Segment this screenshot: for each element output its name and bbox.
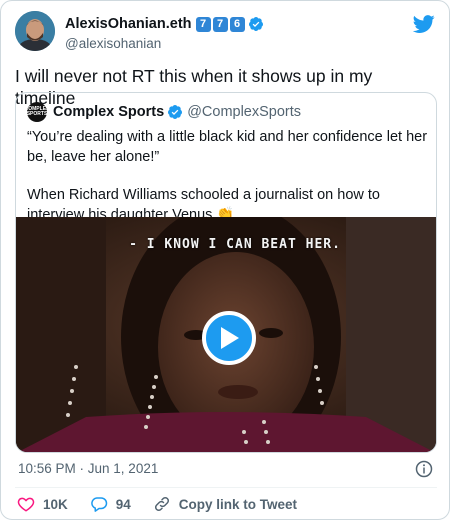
reply-icon (90, 497, 107, 512)
video-caption: - I KNOW I CAN BEAT HER. (129, 237, 341, 252)
author-handle[interactable]: @alexisohanian (65, 36, 264, 51)
link-icon (154, 496, 169, 512)
verified-badge-icon (168, 105, 183, 119)
verified-badge-icon (248, 17, 263, 31)
copy-link-label: Copy link to Tweet (178, 496, 298, 512)
badge-keycap-3: 6 (229, 16, 245, 32)
tweet-header: AlexisOhanian.eth 7 7 6 @alexisohanian (15, 11, 435, 55)
quoted-author-avatar[interactable]: COMPLEX SPORTS (25, 102, 49, 122)
twitter-bird-icon[interactable] (413, 13, 435, 35)
quoted-tweet-header: COMPLEX SPORTS Complex Sports @ComplexSp… (25, 102, 301, 122)
tweet-timestamp[interactable]: 10:56 PM · Jun 1, 2021 (18, 461, 158, 476)
quoted-author-display-name[interactable]: Complex Sports (53, 104, 164, 120)
like-button[interactable]: 10K (17, 495, 68, 513)
copy-link-button[interactable]: Copy link to Tweet (153, 495, 297, 513)
action-bar: 10K 94 Copy link to Tweet (17, 495, 319, 513)
author-avatar[interactable] (15, 11, 55, 51)
play-icon (221, 327, 239, 349)
reply-count: 94 (115, 496, 131, 512)
play-button[interactable] (202, 311, 256, 365)
divider (15, 487, 437, 488)
like-count: 10K (43, 496, 68, 512)
quoted-author-handle[interactable]: @ComplexSports (187, 104, 301, 120)
quoted-tweet[interactable]: COMPLEX SPORTS Complex Sports @ComplexSp… (15, 92, 437, 453)
heart-icon (17, 497, 35, 512)
video-player[interactable]: - I KNOW I CAN BEAT HER. (16, 217, 436, 452)
quoted-tweet-text: “You’re dealing with a little black kid … (27, 128, 429, 225)
quoted-paragraph-1: “You’re dealing with a little black kid … (27, 129, 428, 165)
reply-button[interactable]: 94 (90, 495, 131, 513)
badge-keycap-2: 7 (212, 16, 228, 32)
info-icon[interactable] (415, 460, 433, 478)
badge-keycap-1: 7 (195, 16, 211, 32)
tweet-card: AlexisOhanian.eth 7 7 6 @alexisohanian I… (0, 0, 450, 520)
author-display-name[interactable]: AlexisOhanian.eth (65, 16, 192, 32)
